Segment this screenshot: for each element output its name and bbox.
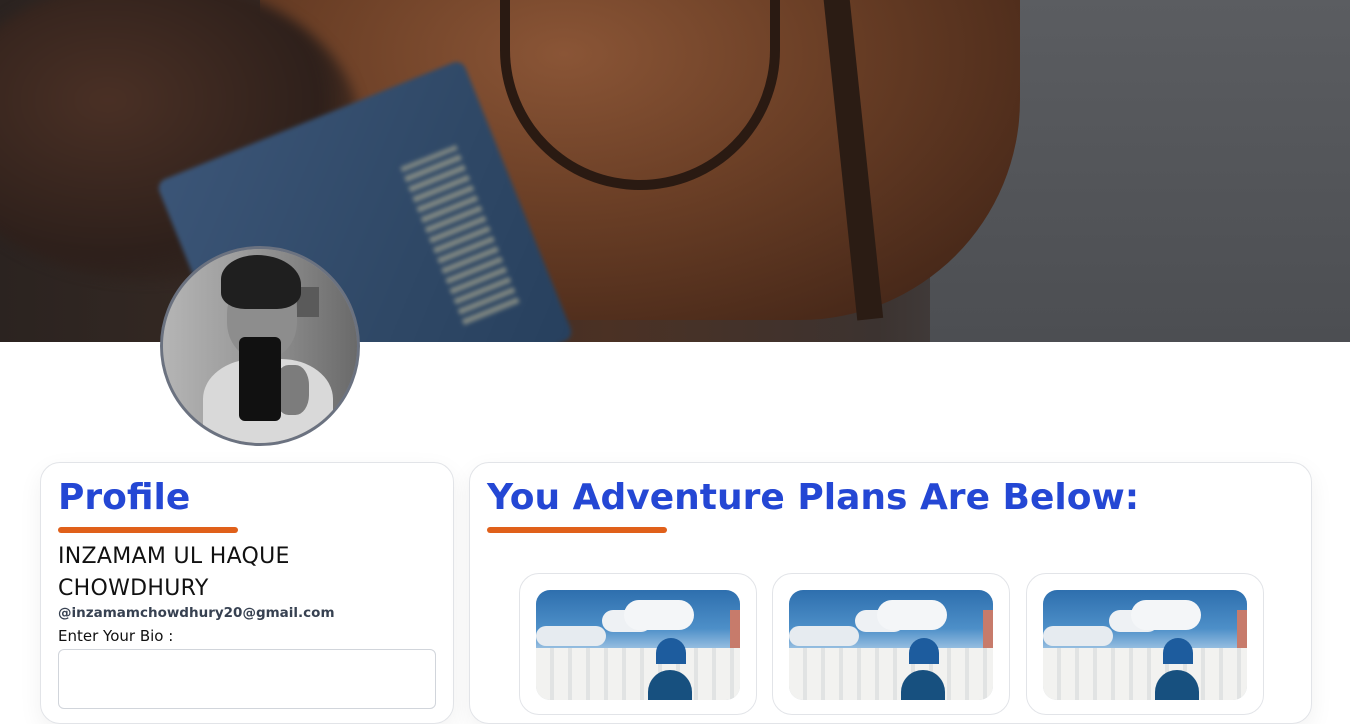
plans-heading: You Adventure Plans Are Below:	[487, 477, 1140, 518]
plan-image	[1043, 590, 1247, 700]
bio-label: Enter Your Bio :	[58, 627, 174, 645]
profile-heading: Profile	[58, 477, 191, 518]
plan-image	[789, 590, 993, 700]
plan-image	[536, 590, 740, 700]
profile-email: @inzamamchowdhury20@gmail.com	[58, 605, 335, 621]
plans-heading-underline	[487, 527, 667, 533]
profile-heading-underline	[58, 527, 238, 533]
profile-card: Profile INZAMAM UL HAQUE CHOWDHURY @inza…	[40, 462, 454, 724]
plan-card[interactable]	[772, 573, 1010, 715]
plan-card[interactable]	[1026, 573, 1264, 715]
adventure-plans-card: You Adventure Plans Are Below:	[469, 462, 1312, 724]
avatar[interactable]	[160, 246, 360, 446]
bio-input[interactable]	[58, 649, 436, 709]
plan-card[interactable]	[519, 573, 757, 715]
profile-name: INZAMAM UL HAQUE CHOWDHURY	[58, 544, 290, 601]
